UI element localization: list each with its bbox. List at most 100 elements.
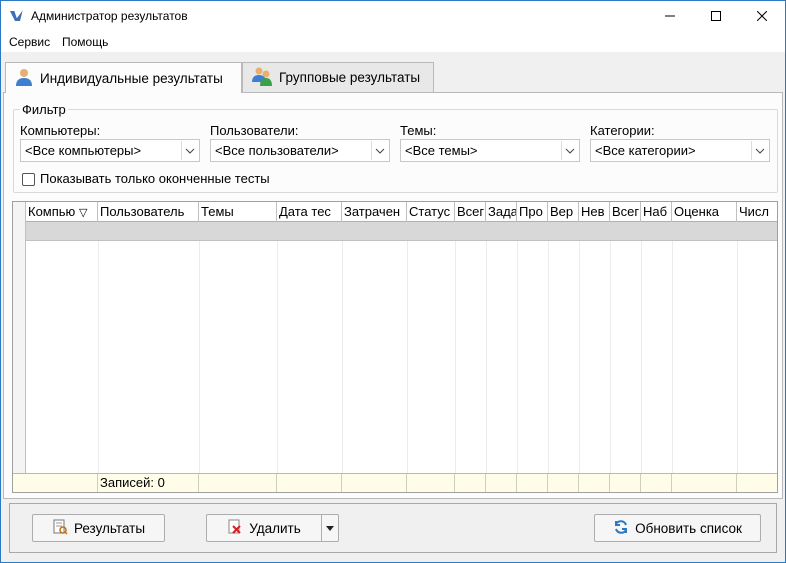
menu-help[interactable]: Помощь xyxy=(62,35,108,49)
column-header-computer[interactable]: Компью ▽ xyxy=(26,202,98,222)
delete-icon xyxy=(227,519,243,538)
menu-service[interactable]: Сервис xyxy=(9,35,50,49)
topics-value: <Все темы> xyxy=(405,143,478,158)
footer-cell xyxy=(737,474,777,492)
menu-bar: Сервис Помощь xyxy=(1,32,785,52)
column-header-topics[interactable]: Темы xyxy=(199,202,277,222)
column-divider xyxy=(548,241,549,473)
footer-cell xyxy=(342,474,407,492)
results-button[interactable]: Результаты xyxy=(32,514,165,542)
refresh-button-label: Обновить список xyxy=(635,520,742,536)
column-divider xyxy=(98,241,99,473)
grid-header: Компью ▽ Пользователь Темы Дата тес Затр… xyxy=(13,202,777,222)
delete-split-button[interactable]: Удалить xyxy=(206,514,339,542)
close-icon xyxy=(756,9,768,24)
tab-individual-results[interactable]: Индивидуальные результаты xyxy=(5,62,242,93)
computers-value: <Все компьютеры> xyxy=(25,143,142,158)
filter-group: Фильтр Компьютеры: <Все компьютеры> Поль… xyxy=(13,102,778,193)
grid-filter-row[interactable] xyxy=(13,222,777,241)
column-header-grade[interactable]: Оценка xyxy=(672,202,737,222)
column-header-tasks[interactable]: Зада xyxy=(486,202,517,222)
filter-legend: Фильтр xyxy=(20,102,68,117)
bottom-button-panel: Результаты Удалить Обновить список xyxy=(9,503,777,553)
column-divider xyxy=(672,241,673,473)
column-header-incorrect[interactable]: Нев xyxy=(579,202,610,222)
column-divider xyxy=(342,241,343,473)
minimize-button[interactable] xyxy=(647,1,693,32)
footer-cell xyxy=(548,474,579,492)
computers-label: Компьютеры: xyxy=(20,123,101,138)
footer-cell xyxy=(517,474,548,492)
footer-cell xyxy=(407,474,455,492)
close-button[interactable] xyxy=(739,1,785,32)
categories-value: <Все категории> xyxy=(595,143,696,158)
footer-cell xyxy=(672,474,737,492)
tab-label: Индивидуальные результаты xyxy=(40,70,223,86)
topics-label: Темы: xyxy=(400,123,437,138)
topics-combo[interactable]: <Все темы> xyxy=(400,139,580,162)
chevron-down-icon xyxy=(181,141,198,160)
title-bar[interactable]: Администратор результатов xyxy=(1,1,785,32)
refresh-icon xyxy=(613,519,629,538)
grid-footer-row: Записей: 0 xyxy=(13,473,777,492)
refresh-list-button[interactable]: Обновить список xyxy=(594,514,761,542)
footer-cell xyxy=(199,474,277,492)
column-divider xyxy=(517,241,518,473)
only-finished-label[interactable]: Показывать только оконченные тесты xyxy=(40,171,270,186)
column-header-number[interactable]: Числ xyxy=(737,202,777,222)
column-header-test-date[interactable]: Дата тес xyxy=(277,202,342,222)
column-divider xyxy=(407,241,408,473)
tab-group-results[interactable]: Групповые результаты xyxy=(242,62,434,92)
delete-dropdown-arrow[interactable] xyxy=(321,515,338,541)
column-divider xyxy=(579,241,580,473)
footer-cell xyxy=(579,474,610,492)
computers-combo[interactable]: <Все компьютеры> xyxy=(20,139,200,162)
footer-cell xyxy=(486,474,517,492)
tab-label: Групповые результаты xyxy=(279,70,421,85)
delete-button-label: Удалить xyxy=(249,520,301,536)
results-button-label: Результаты xyxy=(73,520,146,536)
row-indicator-column xyxy=(13,202,26,492)
column-divider xyxy=(641,241,642,473)
categories-label: Категории: xyxy=(590,123,655,138)
chevron-down-icon xyxy=(561,141,578,160)
column-header-status[interactable]: Статус xyxy=(407,202,455,222)
column-header-total[interactable]: Всег xyxy=(455,202,486,222)
column-divider xyxy=(486,241,487,473)
main-window: Администратор результатов Сервис Помощь xyxy=(0,0,786,563)
results-grid[interactable]: Компью ▽ Пользователь Темы Дата тес Затр… xyxy=(12,201,778,493)
column-header-correct[interactable]: Вер xyxy=(548,202,579,222)
users-combo[interactable]: <Все пользователи> xyxy=(210,139,390,162)
column-header-user[interactable]: Пользователь xyxy=(98,202,199,222)
users-icon xyxy=(251,66,273,89)
only-finished-checkbox[interactable] xyxy=(22,173,35,186)
column-header-scored[interactable]: Наб xyxy=(641,202,672,222)
footer-cell xyxy=(455,474,486,492)
app-checkmark-icon xyxy=(9,8,25,24)
categories-combo[interactable]: <Все категории> xyxy=(590,139,770,162)
column-divider xyxy=(610,241,611,473)
sort-desc-icon: ▽ xyxy=(78,207,88,219)
chevron-down-icon xyxy=(371,141,388,160)
users-label: Пользователи: xyxy=(210,123,299,138)
column-divider xyxy=(455,241,456,473)
column-header-time-spent[interactable]: Затрачен xyxy=(342,202,407,222)
footer-cell xyxy=(26,474,98,492)
column-divider xyxy=(199,241,200,473)
footer-cell xyxy=(641,474,672,492)
chevron-down-icon xyxy=(751,141,768,160)
maximize-icon xyxy=(711,9,721,24)
column-header-passed[interactable]: Про xyxy=(517,202,548,222)
report-icon xyxy=(52,519,68,538)
footer-cell xyxy=(610,474,641,492)
footer-cell xyxy=(277,474,342,492)
window-title: Администратор результатов xyxy=(31,9,188,23)
column-divider xyxy=(277,241,278,473)
column-divider xyxy=(737,241,738,473)
minimize-icon xyxy=(665,9,675,24)
individual-results-panel: Фильтр Компьютеры: <Все компьютеры> Поль… xyxy=(3,92,783,499)
users-value: <Все пользователи> xyxy=(215,143,339,158)
column-header-total-points[interactable]: Всег xyxy=(610,202,641,222)
user-icon xyxy=(14,67,34,90)
maximize-button[interactable] xyxy=(693,1,739,32)
